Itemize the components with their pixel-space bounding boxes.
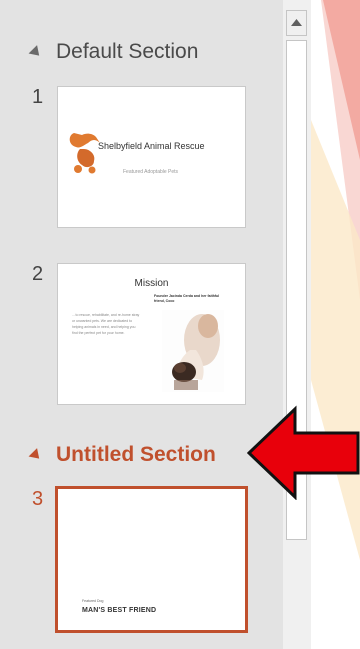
slide-title: MAN'S BEST FRIEND <box>82 607 157 614</box>
collapse-section-icon[interactable] <box>28 447 44 463</box>
slide-thumbnail-1[interactable]: Shelbyfield Animal Rescue Featured Adopt… <box>57 86 246 228</box>
slide-small-text: Featured Dog <box>82 599 104 603</box>
section-header-untitled[interactable]: Untitled Section <box>28 443 216 467</box>
collapse-section-icon[interactable] <box>28 44 44 60</box>
section-name: Untitled Section <box>56 443 216 466</box>
section-header-default[interactable]: Default Section <box>28 40 199 64</box>
slide-thumbnail-2[interactable]: Mission Founder Jacinda Cerda and her fa… <box>57 263 246 405</box>
slide-number: 3 <box>32 488 44 510</box>
slide-number: 1 <box>32 86 44 108</box>
slide-number: 2 <box>32 263 44 285</box>
red-arrow-annotation-icon <box>247 405 360 500</box>
slide-thumbnail-3[interactable]: Featured Dog MAN'S BEST FRIEND <box>55 486 248 633</box>
section-name: Default Section <box>56 40 199 63</box>
slide-caption: Founder Jacinda Cerda and her faithful f… <box>154 294 220 303</box>
slide-title: Shelbyfield Animal Rescue <box>98 141 205 151</box>
slide-thumbnail-pane: Default Section 1 Shelbyfield Animal Res… <box>0 0 283 649</box>
slide-subtitle: Featured Adoptable Pets <box>123 169 179 175</box>
slide-body: …to rescue, rehabilitate, and re-home st… <box>72 313 140 335</box>
slide-background-decoration <box>311 0 360 560</box>
scroll-up-arrow-icon[interactable] <box>286 10 307 36</box>
slide-title: Mission <box>134 278 169 289</box>
person-with-dog-photo <box>162 310 224 392</box>
